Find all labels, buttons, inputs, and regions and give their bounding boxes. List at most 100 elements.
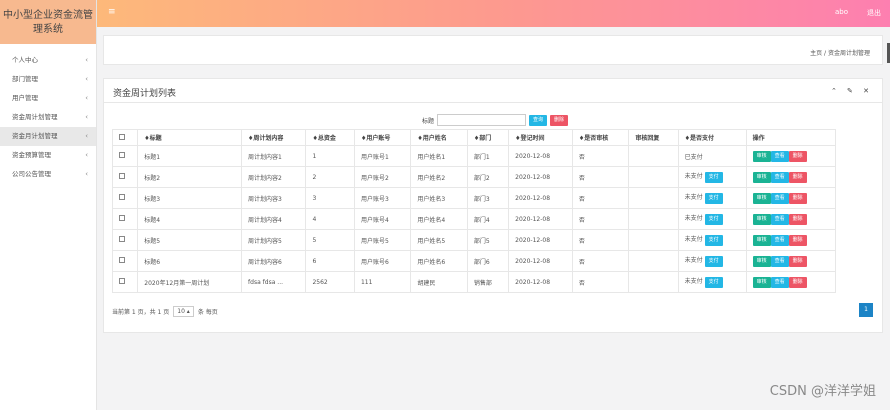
row-checkbox[interactable] xyxy=(119,236,125,242)
table-cell: 用户账号5 xyxy=(353,229,412,251)
logout-link[interactable]: 退出 xyxy=(867,8,881,18)
table-cell: 2020-12-08 xyxy=(508,145,573,167)
sidebar-item[interactable]: 资金月计划管理 ‹ xyxy=(0,127,96,146)
pay-status-cell: 未支付 支付 xyxy=(677,250,747,272)
sidebar-item[interactable]: 资金周计划管理 ‹ xyxy=(0,108,96,127)
row-checkbox[interactable] xyxy=(119,152,125,158)
table-cell: 标题2 xyxy=(137,166,243,188)
delete-button[interactable]: 删除 xyxy=(788,213,807,225)
page-1-button[interactable]: 1 xyxy=(859,303,873,317)
chevron-left-icon: ‹ xyxy=(85,113,88,121)
table-cell: 部门1 xyxy=(466,145,510,167)
delete-button[interactable]: 删除 xyxy=(788,192,807,204)
pay-button[interactable]: 支付 xyxy=(704,172,723,183)
column-header[interactable]: ♦周计划内容 xyxy=(241,129,307,146)
view-button[interactable]: 查看 xyxy=(770,150,789,162)
review-button[interactable]: 审核 xyxy=(752,213,771,225)
delete-button[interactable]: 删除 xyxy=(788,171,807,183)
view-button[interactable]: 查看 xyxy=(770,255,789,267)
pay-status: 未支付 xyxy=(684,194,703,201)
batch-delete-button[interactable]: 删除 xyxy=(550,114,569,126)
table-row: 标题6 周计划内容6 6 用户账号6 用户姓名6 部门6 2020-12-08 否未支付 支付审… xyxy=(111,250,837,272)
delete-button[interactable]: 删除 xyxy=(788,276,807,288)
pay-button[interactable]: 支付 xyxy=(704,235,723,246)
breadcrumb: 主页 / 资金周计划管理 xyxy=(810,48,870,57)
view-button[interactable]: 查看 xyxy=(770,276,789,288)
table-cell: 3 xyxy=(305,187,355,209)
row-checkbox[interactable] xyxy=(119,173,125,179)
breadcrumb-home[interactable]: 主页 xyxy=(810,50,822,57)
top-bar: ≡ abo 退出 xyxy=(97,0,890,27)
user-name[interactable]: abo xyxy=(835,8,848,16)
view-button[interactable]: 查看 xyxy=(770,171,789,183)
page-size-select[interactable]: 10 ▴ xyxy=(173,306,194,317)
table-cell xyxy=(628,229,679,251)
table-cell: 标题3 xyxy=(137,187,243,209)
pay-status: 未支付 xyxy=(684,278,703,285)
view-button[interactable]: 查看 xyxy=(770,192,789,204)
sidebar-item[interactable]: 个人中心 ‹ xyxy=(0,51,96,70)
table-cell: 否 xyxy=(571,271,630,293)
row-checkbox-cell xyxy=(111,271,139,293)
table-row: 标题5 周计划内容5 5 用户账号5 用户姓名5 部门5 2020-12-08 否未支付 支付审… xyxy=(111,229,837,251)
panel-tools-icons[interactable]: ⌃ ✎ ✕ xyxy=(831,87,873,95)
delete-button[interactable]: 删除 xyxy=(788,234,807,246)
table-header-row: ♦标题 ♦周计划内容 ♦总资金 ♦用户账号 ♦用户姓名 ♦部门 ♦登记时间 ♦是否审核 审核回复… xyxy=(111,129,837,146)
table-cell: 5 xyxy=(305,229,355,251)
sidebar-item-label: 资金月计划管理 xyxy=(12,132,58,140)
delete-button[interactable]: 删除 xyxy=(788,150,807,162)
column-header[interactable]: ♦部门 xyxy=(466,129,510,146)
table-cell: 用户姓名1 xyxy=(410,145,468,167)
title-search-input[interactable] xyxy=(437,114,527,126)
row-checkbox[interactable] xyxy=(119,257,125,263)
table-cell: 部门2 xyxy=(466,166,510,188)
search-bar: 标题 查询 删除 xyxy=(422,114,569,126)
table-cell: 用户姓名3 xyxy=(410,187,468,209)
review-button[interactable]: 审核 xyxy=(752,234,771,246)
review-button[interactable]: 审核 xyxy=(752,192,771,204)
column-header[interactable]: ♦总资金 xyxy=(305,129,355,146)
table-cell: 否 xyxy=(571,250,630,272)
pay-button[interactable]: 支付 xyxy=(704,193,723,204)
review-button[interactable]: 审核 xyxy=(752,171,771,183)
review-button[interactable]: 审核 xyxy=(752,255,771,267)
sidebar-item[interactable]: 用户管理 ‹ xyxy=(0,89,96,108)
table-cell: 用户账号6 xyxy=(353,250,412,272)
delete-button[interactable]: 删除 xyxy=(788,255,807,267)
pay-status-cell: 未支付 支付 xyxy=(677,229,747,251)
select-all-checkbox[interactable] xyxy=(119,133,125,140)
table-cell: 4 xyxy=(305,208,355,230)
view-button[interactable]: 查看 xyxy=(770,213,789,225)
review-button[interactable]: 审核 xyxy=(752,276,771,288)
view-button[interactable]: 查看 xyxy=(770,234,789,246)
sidebar: 中小型企业资金流管理系统 个人中心 ‹ 部门管理 ‹ 用户管理 ‹ 资金周计划管理 ‹ 资金月计… xyxy=(0,0,97,410)
column-header[interactable]: ♦用户姓名 xyxy=(410,129,468,146)
row-checkbox[interactable] xyxy=(119,194,125,200)
pay-button[interactable]: 支付 xyxy=(704,214,723,225)
table-cell: 周计划内容6 xyxy=(241,250,307,272)
column-header[interactable]: 审核回复 xyxy=(628,129,679,146)
row-checkbox[interactable] xyxy=(119,278,125,284)
sidebar-item[interactable]: 部门管理 ‹ xyxy=(0,70,96,89)
row-checkbox[interactable] xyxy=(119,215,125,221)
column-header[interactable]: ♦标题 xyxy=(137,129,243,146)
pagination-info: 当前第 1 页，共 1 页 10 ▴ 条 每页 xyxy=(112,306,218,317)
pay-status: 未支付 xyxy=(684,257,703,264)
table-cell: 否 xyxy=(571,166,630,188)
column-header[interactable]: 操作 xyxy=(745,129,837,146)
review-button[interactable]: 审核 xyxy=(752,150,771,162)
menu-toggle-icon[interactable]: ≡ xyxy=(108,7,116,17)
sidebar-item[interactable]: 公司公告管理 ‹ xyxy=(0,165,96,184)
search-button[interactable]: 查询 xyxy=(529,114,548,126)
column-header[interactable]: ♦是否审核 xyxy=(571,129,630,146)
chevron-left-icon: ‹ xyxy=(85,56,88,64)
column-header[interactable]: ♦是否支付 xyxy=(677,129,747,146)
sidebar-item[interactable]: 资金预算管理 ‹ xyxy=(0,146,96,165)
table-body: 标题1 周计划内容1 1 用户账号1 用户姓名1 部门1 2020-12-08 否已支付 审核查… xyxy=(111,145,837,293)
column-header[interactable]: ♦登记时间 xyxy=(508,129,573,146)
sidebar-item-label: 资金周计划管理 xyxy=(12,113,58,121)
column-header[interactable]: ♦用户账号 xyxy=(353,129,412,146)
chevron-left-icon: ‹ xyxy=(85,151,88,159)
pay-button[interactable]: 支付 xyxy=(704,256,723,267)
pay-button[interactable]: 支付 xyxy=(704,277,723,288)
